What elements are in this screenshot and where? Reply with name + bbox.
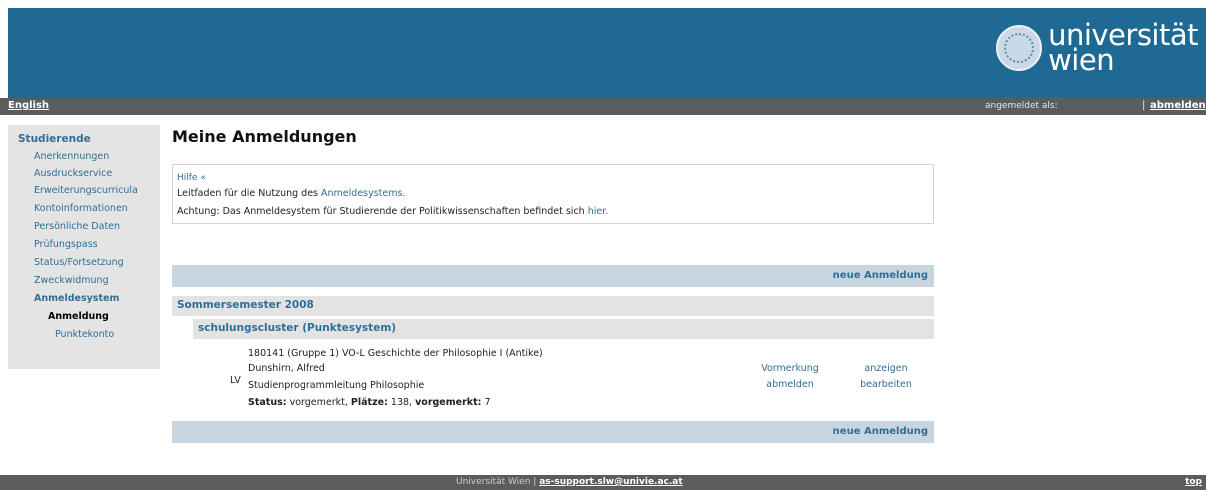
guide-link[interactable]: Anmeldesystems. bbox=[321, 188, 405, 199]
registration-header-bar: neue Anmeldung bbox=[172, 265, 934, 287]
language-link[interactable]: English bbox=[8, 100, 49, 111]
sidebar-item-anmeldung[interactable]: Anmeldung bbox=[48, 311, 109, 322]
new-registration-link-bottom[interactable]: neue Anmeldung bbox=[833, 426, 928, 437]
guide-line: Leitfaden für die Nutzung des Anmeldesys… bbox=[177, 188, 405, 199]
lecturer-name: Dunshirn, Alfred bbox=[248, 363, 325, 374]
cluster-label: schulungscluster (Punktesystem) bbox=[198, 322, 397, 334]
sidebar-item-zweckwidmung[interactable]: Zweckwidmung bbox=[34, 275, 109, 286]
sidebar-item-anerkennungen[interactable]: Anerkennungen bbox=[34, 151, 109, 162]
separator: | bbox=[1142, 100, 1146, 111]
semester-bar: Sommersemester 2008 bbox=[172, 296, 934, 316]
logged-in-label: angemeldet als: bbox=[985, 101, 1058, 111]
back-to-top-link[interactable]: top bbox=[1185, 477, 1202, 487]
logo-text: universität wien bbox=[1048, 18, 1198, 77]
page-title: Meine Anmeldungen bbox=[172, 127, 357, 146]
course-title: 180141 (Gruppe 1) VO-L Geschichte der Ph… bbox=[248, 348, 543, 359]
sidebar-heading-studierende[interactable]: Studierende bbox=[18, 133, 91, 145]
department-name: Studienprogrammleitung Philosophie bbox=[248, 380, 425, 391]
notice-link[interactable]: hier. bbox=[588, 206, 609, 217]
university-logo[interactable]: universität wien bbox=[996, 18, 1198, 77]
top-navbar: English angemeldet als: | abmelden bbox=[0, 98, 1206, 115]
sidebar-item-erweiterungscurricula[interactable]: Erweiterungscurricula bbox=[34, 185, 138, 196]
sidebar-item-persoenliche-daten[interactable]: Persönliche Daten bbox=[34, 221, 120, 232]
support-email-link[interactable]: as-support.slw@univie.ac.at bbox=[539, 477, 683, 487]
semester-label: Sommersemester 2008 bbox=[177, 299, 314, 311]
registration-footer-bar: neue Anmeldung bbox=[172, 421, 934, 443]
sidebar-item-punktekonto[interactable]: Punktekonto bbox=[55, 329, 114, 340]
sidebar-item-kontoinformationen[interactable]: Kontoinformationen bbox=[34, 203, 128, 214]
notice-text: Achtung: Das Anmeldesystem für Studieren… bbox=[177, 206, 588, 217]
view-edit-link[interactable]: anzeigen bearbeiten bbox=[856, 363, 916, 390]
cluster-bar: schulungscluster (Punktesystem) bbox=[193, 319, 934, 339]
footer-text: Universität Wien | as-support.slw@univie… bbox=[456, 477, 683, 487]
help-link[interactable]: Hilfe « bbox=[177, 173, 206, 183]
registration-entry: LV 180141 (Gruppe 1) VO-L Geschichte der… bbox=[172, 342, 934, 418]
notice-line: Achtung: Das Anmeldesystem für Studieren… bbox=[177, 206, 608, 217]
info-box: Hilfe « Leitfaden für die Nutzung des An… bbox=[172, 164, 934, 224]
sidebar-item-status-fortsetzung[interactable]: Status/Fortsetzung bbox=[34, 257, 124, 268]
logout-link[interactable]: abmelden bbox=[1150, 100, 1206, 111]
university-seal-icon bbox=[996, 25, 1043, 71]
sidebar-item-pruefungspass[interactable]: Prüfungspass bbox=[34, 239, 98, 250]
deregister-reservation-link[interactable]: Vormerkung abmelden bbox=[760, 363, 820, 390]
page-footer: Universität Wien | as-support.slw@univie… bbox=[0, 475, 1206, 490]
guide-text: Leitfaden für die Nutzung des bbox=[177, 188, 322, 199]
header-banner: universität wien bbox=[8, 8, 1206, 98]
sidebar-item-anmeldesystem[interactable]: Anmeldesystem bbox=[34, 293, 119, 304]
entry-type: LV bbox=[230, 375, 241, 386]
sidebar: Studierende Anerkennungen Ausdruckservic… bbox=[8, 125, 160, 369]
status-line: Status: vorgemerkt, Plätze: 138, vorgeme… bbox=[248, 397, 491, 408]
sidebar-item-ausdruckservice[interactable]: Ausdruckservice bbox=[34, 168, 112, 179]
new-registration-link-top[interactable]: neue Anmeldung bbox=[833, 270, 928, 281]
